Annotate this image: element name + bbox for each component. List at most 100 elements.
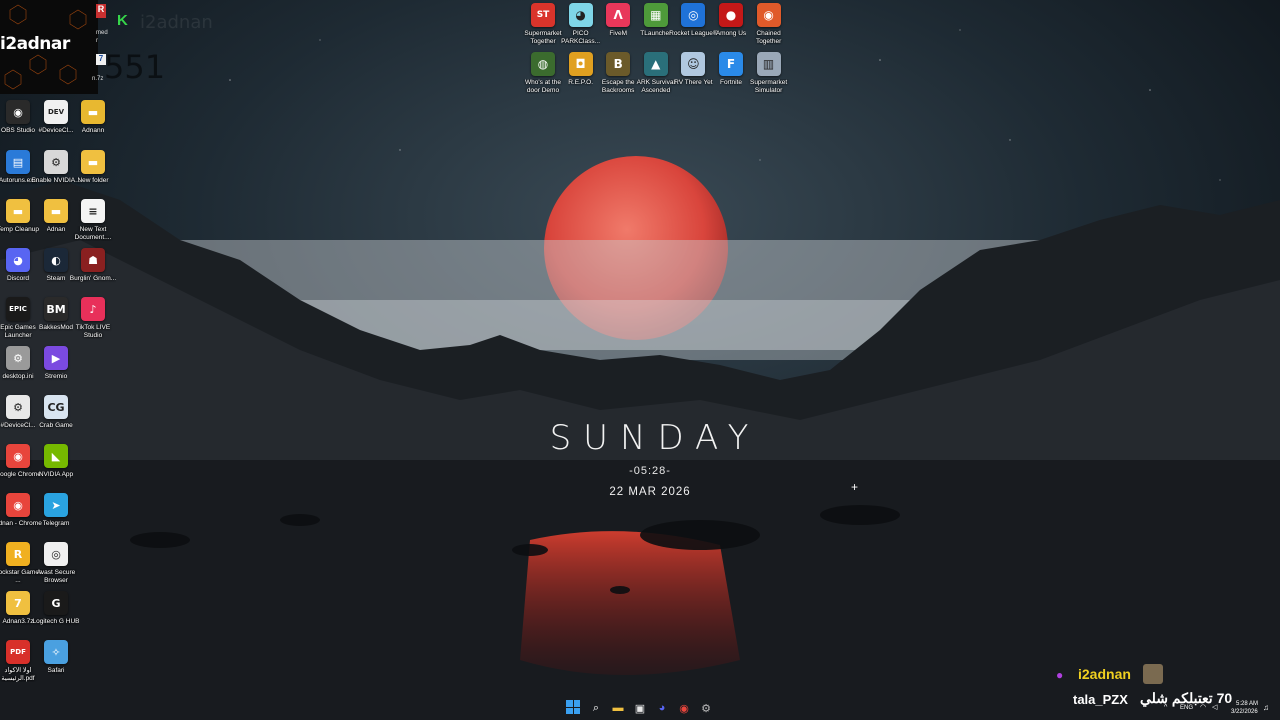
clock-day: SUNDAY: [549, 418, 761, 458]
app-icon: ◣: [44, 444, 68, 468]
chat-user-2: tala_PZX: [1073, 692, 1128, 707]
app-icon: ✧: [44, 640, 68, 664]
app-icon: ♪: [81, 297, 105, 321]
app-icon: ▦: [643, 3, 668, 27]
desktop-icon[interactable]: ♪ TikTok LIVE Studio: [68, 297, 118, 339]
microphone-icon: ●: [1056, 668, 1064, 682]
file-explorer-icon[interactable]: ▬: [610, 700, 626, 716]
store-icon[interactable]: ▣: [632, 700, 648, 716]
game-icon-label: FiveM: [609, 30, 628, 37]
app-icon: ▥: [756, 52, 781, 76]
desktop-icon-label: Adnan3.7z: [2, 618, 34, 625]
stream-username: i2adnar: [0, 34, 70, 54]
desktop-icon-label: New Text Document....: [74, 226, 112, 241]
clock-date: 22 MAR 2026: [609, 486, 691, 498]
app-icon: ◉: [6, 493, 30, 517]
app-icon: ▶: [44, 346, 68, 370]
desktop-icon-label: Adnan: [46, 226, 66, 233]
desktop-icon[interactable]: ◣ NVIDIA App: [31, 444, 81, 479]
desktop-icon[interactable]: G Logitech G HUB: [31, 591, 81, 626]
app-icon: ◍: [531, 52, 555, 76]
game-icon-label: Fortnite: [719, 79, 743, 86]
ghost-number: 551: [104, 48, 166, 86]
desktop-icon-label: Safari: [47, 667, 65, 674]
desktop-icon-label: Discord: [6, 275, 30, 282]
partial-label: n.7z: [92, 76, 104, 82]
desktop-icon-label: Stremio: [44, 373, 68, 380]
game-icon-label: R.E.P.O.: [568, 79, 593, 86]
desktop-icon[interactable]: CG Crab Game: [31, 395, 81, 430]
chrome-taskbar-icon[interactable]: ◉: [676, 700, 692, 716]
chat-user-1: i2adnan: [1078, 666, 1131, 682]
partial-label: med: [96, 30, 108, 36]
desktop-icon[interactable]: ≡ New Text Document....: [68, 199, 118, 241]
crosshair-cursor-icon: +: [851, 480, 859, 494]
app-icon: ⚙: [44, 150, 68, 174]
notification-bell-icon[interactable]: ♫: [1263, 703, 1269, 712]
app-icon: F: [719, 52, 743, 76]
app-icon: EPIC: [6, 297, 30, 321]
desktop-icon[interactable]: ▬ Adnann: [68, 100, 118, 135]
app-icon: ◐: [44, 248, 68, 272]
r-badge: R: [96, 4, 106, 18]
app-icon: ◎: [681, 3, 706, 27]
tray-date[interactable]: 3/22/2026: [1231, 709, 1258, 715]
desktop-icon-label: Steam: [46, 275, 66, 282]
game-icon[interactable]: ◉ Chained Together: [744, 3, 794, 45]
settings-taskbar-icon[interactable]: ⚙: [698, 700, 714, 716]
desktop-icon[interactable]: ☗ Burglin' Gnom...: [68, 248, 118, 283]
desktop-icon[interactable]: ▶ Stremio: [31, 346, 81, 381]
app-icon: ◉: [756, 3, 781, 27]
game-icon-label: Supermarket Simulator: [749, 79, 788, 94]
start-button[interactable]: [566, 700, 580, 714]
desktop-icon-label: Crab Game: [39, 422, 73, 429]
app-icon: R: [6, 542, 30, 566]
app-icon: ☺: [681, 52, 706, 76]
game-icon-label: Chained Together: [755, 30, 782, 45]
clock-time: -05:28-: [629, 465, 671, 477]
app-icon: ●: [719, 3, 743, 27]
desktop-icon[interactable]: ➤ Telegram: [31, 493, 81, 528]
app-icon: G: [44, 591, 68, 615]
app-icon: ⚙: [6, 346, 30, 370]
volume-icon[interactable]: ◁: [1212, 703, 1217, 711]
app-icon: DEV: [44, 100, 68, 124]
app-icon: ◉: [6, 444, 30, 468]
search-icon[interactable]: ⌕: [588, 700, 604, 716]
desktop-icon-label: desktop.ini: [2, 373, 34, 380]
desktop-icon[interactable]: ▬ New folder: [68, 150, 118, 185]
app-icon: ▲: [643, 52, 668, 76]
desktop-icon-label: NVIDIA App: [38, 471, 74, 478]
app-icon: ▬: [81, 150, 105, 174]
language-indicator[interactable]: ENG: [1180, 705, 1193, 711]
desktop-icon-label: TikTok LIVE Studio: [75, 324, 111, 339]
desktop-icon-label: Avast Secure Browser: [36, 569, 76, 584]
app-icon: 7: [6, 591, 30, 615]
app-icon: ➤: [44, 493, 68, 517]
app-icon: PDF: [6, 640, 30, 664]
app-icon: ◕: [6, 248, 30, 272]
avatar: [1143, 664, 1163, 684]
app-icon: ▬: [81, 100, 105, 124]
app-icon: ◎: [44, 542, 68, 566]
game-icon-label: TLauncher: [640, 30, 672, 37]
desktop-icon[interactable]: ◎ Avast Secure Browser: [31, 542, 81, 584]
app-icon: ◕: [568, 3, 593, 27]
app-icon: B: [606, 52, 631, 76]
app-icon: ▤: [6, 150, 30, 174]
game-icon[interactable]: ▥ Supermarket Simulator: [744, 52, 794, 94]
desktop-icon-label: Logitech G HUB: [32, 618, 80, 625]
desktop-icon-label: Burglin' Gnom...: [69, 275, 117, 282]
discord-taskbar-icon[interactable]: ◕: [654, 700, 670, 716]
app-icon: ◘: [568, 52, 593, 76]
app-icon: ▬: [44, 199, 68, 223]
app-icon: BM: [44, 297, 68, 321]
tray-time[interactable]: 5:28 AM: [1236, 701, 1258, 707]
partial-label: r: [96, 38, 98, 44]
app-icon: ◉: [6, 100, 30, 124]
app-icon: ▬: [6, 199, 30, 223]
tray-chevron-icon[interactable]: ^: [1164, 704, 1167, 711]
desktop-icon-label: New folder: [77, 177, 109, 184]
desktop-icon[interactable]: ✧ Safari: [31, 640, 81, 675]
wifi-icon[interactable]: ◠: [1200, 703, 1206, 711]
